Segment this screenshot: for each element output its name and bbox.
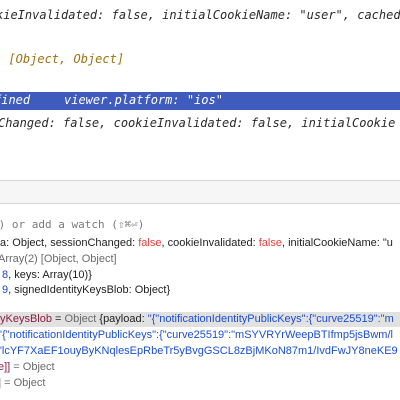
divider (0, 203, 400, 204)
string-value: "lcYF7XaEF1ouyByKNqlesEpRbeTr5yBvgGSCL8z… (0, 345, 398, 357)
row-text: ta: Object, sessionChanged: (0, 237, 139, 249)
row-text: ] = Object (0, 377, 46, 389)
console-line-selected[interactable]: fined viewer.platform: "ios" (0, 92, 400, 110)
row-text: {payload: (99, 313, 148, 325)
row-text: Array(2) [Object, Object] (0, 253, 117, 265)
console-line[interactable]: Changed: false, cookieInvalidated: false… (0, 116, 395, 130)
bool-value: false (258, 237, 282, 249)
tree-row[interactable]: e]] = Object (0, 360, 55, 375)
tree-row[interactable]: ta: Object, sessionChanged: false, cooki… (0, 236, 393, 251)
tree-row-selected[interactable]: yKeysBlob = Object {payload: "{"notifica… (0, 312, 400, 327)
tree-row[interactable]: 8, keys: Array(10)} (2, 268, 92, 283)
tree-row[interactable]: ] = Object (0, 376, 45, 391)
row-text: , initialCookieName: "u (281, 237, 393, 249)
console-line[interactable]: kieInvalidated: false, initialCookieName… (0, 8, 400, 22)
console-output: kieInvalidated: false, initialCookieName… (0, 0, 400, 180)
row-text: = Object (10, 361, 55, 373)
tree-row[interactable]: '{"notificationIdentityPublicKeys":{"cur… (0, 328, 393, 343)
type-label: Object (64, 313, 100, 325)
toolbar-band (0, 181, 400, 203)
string-value: "{"notificationIdentityPublicKeys":{"cur… (147, 313, 394, 325)
row-text: = (51, 313, 65, 325)
variable-name: yKeysBlob (0, 313, 52, 325)
row-text: , cookieInvalidated: (161, 237, 259, 249)
tree-row[interactable]: "lcYF7XaEF1ouyByKNqlesEpRbeTr5yBvgGSCL8z… (0, 344, 398, 359)
row-text: , keys: Array(10)} (8, 269, 92, 281)
console-line[interactable]: ) [Object, Object] (0, 52, 124, 66)
variable-name: e]] (0, 361, 11, 373)
tree-row[interactable]: Array(2) [Object, Object] (0, 252, 117, 267)
selected-text: fined (0, 93, 31, 107)
bool-value: false (138, 237, 162, 249)
selected-text: viewer.platform: "ios" (64, 93, 223, 107)
string-value: '{"notificationIdentityPublicKeys":{"cur… (0, 329, 393, 341)
tree-row[interactable]: 9, signedIdentityKeysBlob: Object} (2, 283, 170, 298)
variables-tree: ta: Object, sessionChanged: false, cooki… (0, 232, 400, 400)
evaluate-hint[interactable]: ⏎) or add a watch (⇧⌘⏎) (0, 218, 144, 231)
row-text: , signedIdentityKeysBlob: Object} (8, 284, 171, 296)
